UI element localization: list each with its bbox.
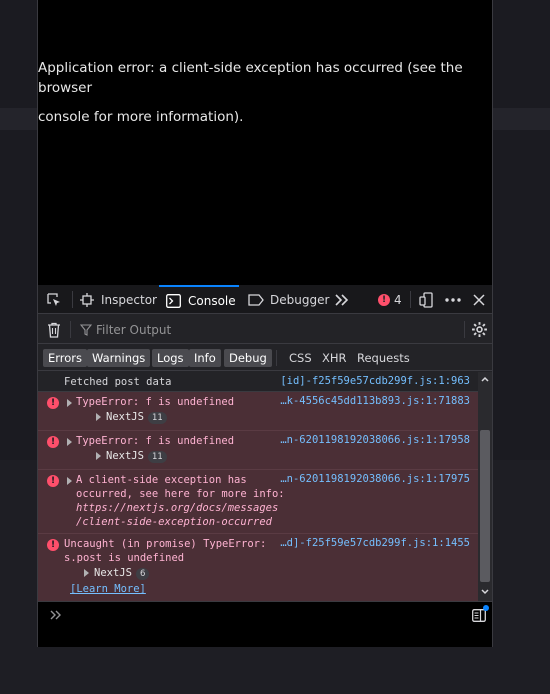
stack-frame-label: NextJS [106, 450, 144, 462]
filter-xhr-button[interactable]: XHR [322, 349, 347, 367]
tab-debugger-label: Debugger [270, 292, 330, 307]
scrollbar-thumb[interactable] [480, 430, 490, 582]
close-icon [473, 293, 485, 306]
devtools-toolbar: Inspector Console Debugger ! 4 [38, 285, 492, 314]
chevrons-right-icon [50, 610, 61, 620]
console-output: Fetched post data [id]-f25f59e57cdb299f.… [38, 372, 478, 601]
filter-divider [464, 321, 465, 338]
stack-frame[interactable]: NextJS 11 [106, 449, 167, 463]
message-text: TypeError: f is undefined [76, 396, 235, 408]
stack-frame[interactable]: NextJS 6 [94, 566, 150, 580]
message-text: TypeError: f is undefined [76, 435, 235, 447]
responsive-design-button[interactable] [419, 285, 433, 314]
expand-triangle-icon[interactable] [67, 477, 72, 485]
error-message-line-2: console for more information). [38, 109, 244, 125]
filter-logs-button[interactable]: Logs [152, 349, 189, 367]
more-icon [445, 297, 461, 302]
error-icon: ! [378, 293, 390, 306]
message-source-link[interactable]: …d]-f25f59e57cdb299f.js:1:1455 [280, 537, 470, 549]
error-icon: ! [47, 539, 59, 551]
toolbar-divider [72, 291, 73, 308]
repeat-count-badge: 11 [147, 412, 167, 424]
console-error-message[interactable]: ! Uncaught (in promise) TypeError: s.pos… [38, 534, 478, 601]
more-tools-button[interactable] [335, 285, 349, 314]
filter-info-button[interactable]: Info [189, 349, 221, 367]
sidebar-toggle-icon [472, 609, 486, 622]
message-text-line: s.post is undefined [64, 552, 185, 564]
console-error-message[interactable]: ! TypeError: f is undefined NextJS 11 …k-… [38, 392, 478, 431]
stack-frame-label: NextJS [106, 411, 144, 423]
tab-inspector-label: Inspector [101, 292, 157, 307]
close-devtools-button[interactable] [473, 285, 485, 314]
error-count: 4 [394, 292, 402, 307]
levels-divider [276, 350, 277, 366]
console-error-message[interactable]: ! A client-side exception has occurred, … [38, 470, 478, 534]
tab-console-label: Console [188, 293, 236, 308]
docs-link[interactable]: /client-side-exception-occurred [76, 515, 272, 529]
repeat-count-badge: 6 [135, 568, 150, 580]
stack-frame-label: NextJS [94, 567, 132, 579]
stack-frame[interactable]: NextJS 11 [106, 410, 167, 424]
console-input[interactable] [38, 601, 492, 647]
error-count-button[interactable]: ! 4 [378, 285, 402, 314]
filter-divider [70, 321, 71, 338]
expand-triangle-icon[interactable] [84, 569, 89, 577]
filter-css-button[interactable]: CSS [289, 349, 312, 367]
message-text: Fetched post data [64, 376, 172, 388]
browser-frame: Application error: a client-side excepti… [37, 0, 493, 647]
trash-icon [48, 322, 60, 338]
console-icon [166, 293, 181, 308]
error-icon: ! [47, 397, 59, 409]
page-content: Application error: a client-side excepti… [38, 0, 492, 285]
message-source-link[interactable]: …k-4556c45dd113b893.js:1:71883 [280, 395, 470, 407]
inspector-icon [80, 292, 94, 307]
docs-link[interactable]: https://nextjs.org/docs/messages [76, 501, 278, 515]
filter-debug-button[interactable]: Debug [224, 349, 272, 367]
console-error-message[interactable]: ! TypeError: f is undefined NextJS 11 …n-… [38, 431, 478, 470]
responsive-design-icon [419, 291, 433, 308]
expand-triangle-icon[interactable] [67, 399, 72, 407]
clear-console-button[interactable] [47, 322, 61, 341]
filter-input[interactable]: Filter Output [80, 322, 460, 338]
filter-icon [80, 324, 92, 336]
console-scrollbar[interactable] [478, 372, 492, 601]
pick-element-icon [47, 292, 60, 306]
debugger-icon [248, 293, 264, 306]
level-filter-bar: Errors Warnings Logs Info Debug CSS XHR … [38, 345, 492, 371]
gear-icon [472, 322, 487, 337]
devtools-panel: Inspector Console Debugger ! 4 Filter Ou… [38, 285, 492, 647]
message-text-line: occurred, see here for more info: [76, 488, 285, 500]
message-source-link[interactable]: …n-6201198192038066.js:1:17958 [280, 434, 470, 446]
filter-errors-button[interactable]: Errors [43, 349, 88, 367]
sidebar-toggle-button[interactable] [472, 605, 489, 625]
filter-requests-button[interactable]: Requests [357, 349, 410, 367]
expand-triangle-icon[interactable] [96, 413, 101, 421]
message-source-link[interactable]: …n-6201198192038066.js:1:17975 [280, 473, 470, 485]
pick-element-button[interactable] [46, 285, 62, 314]
more-options-button[interactable] [445, 285, 461, 314]
filter-warnings-button[interactable]: Warnings [87, 349, 151, 367]
message-text-line: A client-side exception has [76, 474, 247, 486]
message-text-line: Uncaught (in promise) TypeError: [64, 538, 267, 550]
scroll-up-icon [481, 376, 489, 382]
repeat-count-badge: 11 [147, 451, 167, 463]
error-icon: ! [47, 475, 59, 487]
error-message-line-1: Application error: a client-side excepti… [38, 60, 463, 96]
tab-debugger[interactable]: Debugger [248, 285, 329, 314]
console-message[interactable]: Fetched post data [id]-f25f59e57cdb299f.… [38, 372, 478, 392]
expand-triangle-icon[interactable] [67, 438, 72, 446]
chevrons-right-icon [335, 293, 349, 306]
tab-console[interactable]: Console [159, 285, 239, 314]
filter-bar: Filter Output [38, 315, 492, 344]
filter-placeholder: Filter Output [96, 323, 172, 337]
toolbar-divider [410, 291, 411, 308]
learn-more-link[interactable]: [Learn More] [70, 582, 146, 596]
tab-inspector[interactable]: Inspector [80, 285, 157, 314]
expand-triangle-icon[interactable] [96, 452, 101, 460]
console-settings-button[interactable] [471, 321, 488, 341]
notification-dot [483, 605, 489, 611]
scroll-down-icon [481, 589, 489, 595]
error-icon: ! [47, 436, 59, 448]
message-source-link[interactable]: [id]-f25f59e57cdb299f.js:1:963 [280, 375, 470, 387]
